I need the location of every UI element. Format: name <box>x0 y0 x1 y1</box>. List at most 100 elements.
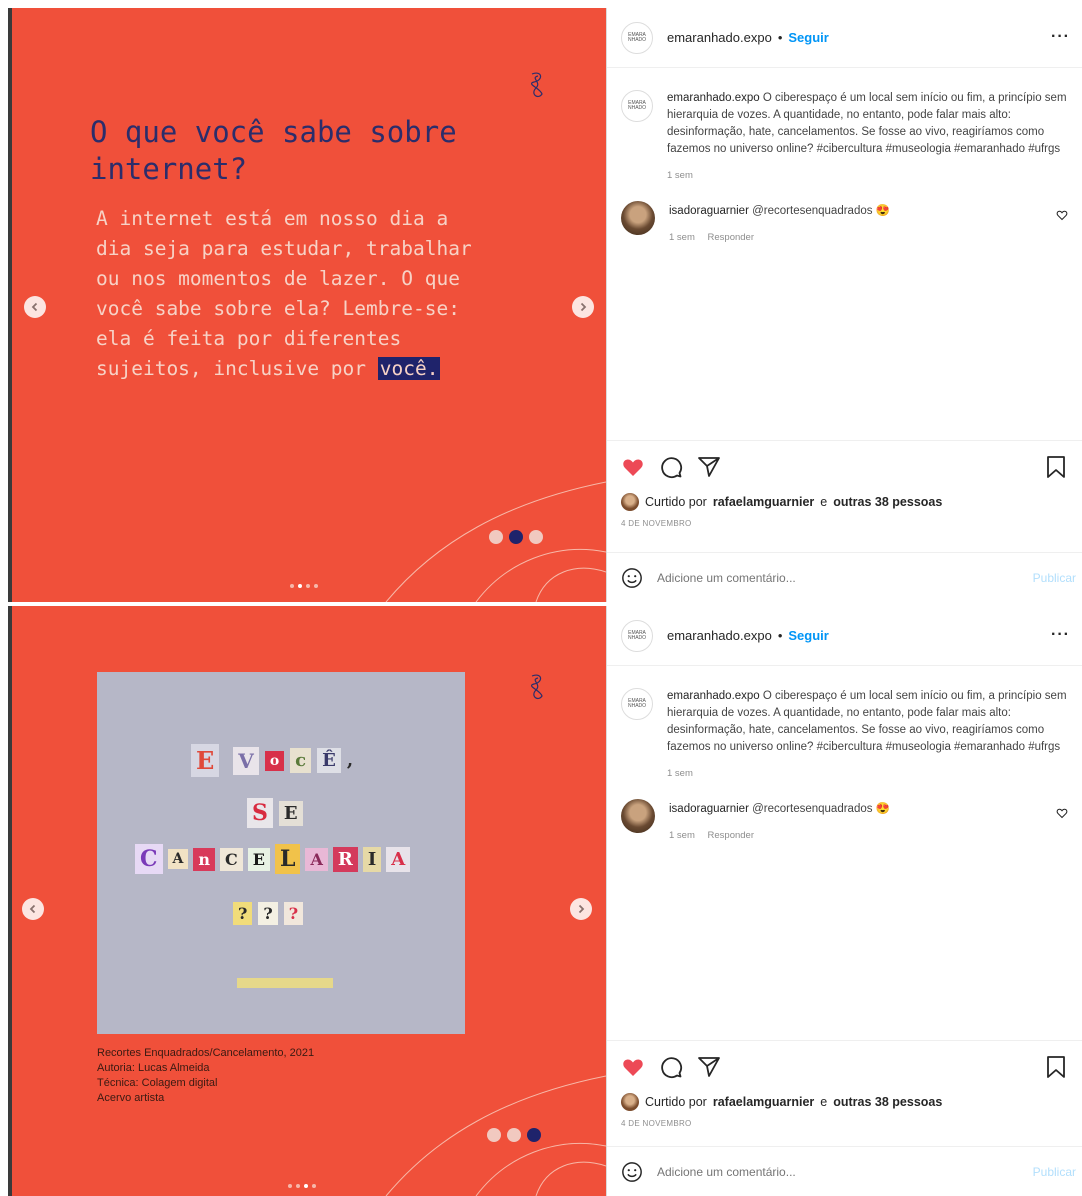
art-letter: n <box>193 847 216 871</box>
caption-username[interactable]: emaranhado.expo <box>667 690 760 702</box>
avatar[interactable] <box>621 799 655 833</box>
avatar[interactable] <box>621 201 655 235</box>
slide-dot <box>489 530 503 544</box>
art-letter: , <box>346 750 354 771</box>
header-username[interactable]: emaranhado.expo <box>667 30 772 45</box>
more-options-button[interactable]: ··· <box>1051 626 1070 644</box>
art-letter: A <box>167 849 189 869</box>
carousel-dot[interactable] <box>312 1184 316 1188</box>
scribble-logo-icon <box>530 674 543 700</box>
comment-icon[interactable] <box>659 455 683 479</box>
previous-slide-button[interactable] <box>22 898 44 920</box>
slide-body-highlight: você. <box>377 357 441 380</box>
bookmark-icon[interactable] <box>1044 455 1068 479</box>
next-slide-button[interactable] <box>570 898 592 920</box>
chevron-left-icon <box>29 904 36 914</box>
comment-body: @recortesenquadrados 😍 <box>752 803 890 815</box>
carousel-dot-active[interactable] <box>298 584 302 588</box>
caption-time[interactable]: 1 sem <box>667 768 693 779</box>
likes-others[interactable]: outras 38 pessoas <box>833 1095 942 1109</box>
heart-icon[interactable] <box>621 1055 645 1079</box>
slide-indicator <box>487 1128 541 1142</box>
heart-icon[interactable] <box>621 455 645 479</box>
post-media: E V o c Ê , S E C A n C E L A R I A ? ? … <box>8 606 606 1196</box>
likes-user[interactable]: rafaelamguarnier <box>713 495 814 509</box>
caption-time[interactable]: 1 sem <box>667 170 693 181</box>
collage-artwork: E V o c Ê , S E C A n C E L A R I A ? ? … <box>97 672 465 1034</box>
comment: isadoraguarnier @recortesenquadrados 😍 1… <box>621 201 1068 243</box>
carousel-dot[interactable] <box>288 1184 292 1188</box>
art-letter: R <box>332 846 358 872</box>
comments-area: EMARA NHADO emaranhado.expo O ciberespaç… <box>607 70 1082 243</box>
more-options-button[interactable]: ··· <box>1051 28 1070 46</box>
post-date[interactable]: 4 DE NOVEMBRO <box>621 519 1068 528</box>
slide-dot-active <box>527 1128 541 1142</box>
carousel-dot[interactable] <box>306 584 310 588</box>
chevron-right-icon <box>578 904 585 914</box>
comment-username[interactable]: isadoraguarnier <box>669 803 749 815</box>
art-letter: E <box>247 847 270 871</box>
slide-dot <box>529 530 543 544</box>
bookmark-icon[interactable] <box>1044 1055 1068 1079</box>
instagram-post-1: O que você sabe sobre internet? A intern… <box>0 8 1082 602</box>
follow-button[interactable]: Seguir <box>788 30 828 45</box>
comment-icon[interactable] <box>659 1055 683 1079</box>
share-icon[interactable] <box>697 455 721 479</box>
publish-button[interactable]: Publicar <box>1033 1165 1076 1179</box>
comment: isadoraguarnier @recortesenquadrados 😍 1… <box>621 799 1068 841</box>
avatar[interactable]: EMARA NHADO <box>621 21 653 54</box>
art-letter: ? <box>258 902 278 925</box>
action-icons <box>621 1053 1068 1081</box>
comment-like-heart-icon[interactable] <box>1056 807 1068 819</box>
avatar[interactable]: EMARA NHADO <box>621 90 653 122</box>
chevron-left-icon <box>31 302 38 312</box>
reply-button[interactable]: Responder <box>708 232 754 243</box>
carousel-dot[interactable] <box>314 584 318 588</box>
caption-meta: 1 sem <box>667 170 1067 181</box>
art-letter: Ê <box>317 748 341 773</box>
action-icons <box>621 453 1068 481</box>
publish-button[interactable]: Publicar <box>1033 571 1076 585</box>
header-username[interactable]: emaranhado.expo <box>667 628 772 643</box>
art-letter: E <box>278 800 303 826</box>
liker-avatar[interactable] <box>621 493 639 511</box>
comment-input[interactable] <box>657 1164 997 1179</box>
carousel-dots <box>288 1184 316 1188</box>
avatar[interactable]: EMARA NHADO <box>621 688 653 720</box>
actions-bar: Curtido por rafaelamguarnier e outras 38… <box>607 1040 1082 1128</box>
likes-user[interactable]: rafaelamguarnier <box>713 1095 814 1109</box>
likes-middle: e <box>820 1095 828 1109</box>
follow-button[interactable]: Seguir <box>788 628 828 643</box>
carousel-dot-active[interactable] <box>304 1184 308 1188</box>
comment-time[interactable]: 1 sem <box>669 830 695 841</box>
carousel-dot[interactable] <box>290 584 294 588</box>
avatar[interactable]: EMARA NHADO <box>621 619 653 652</box>
comment-like-heart-icon[interactable] <box>1056 209 1068 221</box>
art-letter: ? <box>233 902 253 925</box>
next-slide-button[interactable] <box>572 296 594 318</box>
comment-username[interactable]: isadoraguarnier <box>669 205 749 217</box>
reply-button[interactable]: Responder <box>708 830 754 841</box>
comments-area: EMARA NHADO emaranhado.expo O ciberespaç… <box>607 668 1082 841</box>
art-letter: C <box>220 847 243 871</box>
scribble-logo-icon <box>530 72 543 98</box>
media-edge <box>8 8 12 602</box>
post-date[interactable]: 4 DE NOVEMBRO <box>621 1119 1068 1128</box>
emoji-icon[interactable] <box>621 567 643 589</box>
comment-input[interactable] <box>657 570 997 585</box>
header-separator: • <box>777 30 783 45</box>
liker-avatar[interactable] <box>621 1093 639 1111</box>
carousel-dot[interactable] <box>296 1184 300 1188</box>
likes-others[interactable]: outras 38 pessoas <box>833 495 942 509</box>
comment-time[interactable]: 1 sem <box>669 232 695 243</box>
caption-username[interactable]: emaranhado.expo <box>667 92 760 104</box>
emoji-icon[interactable] <box>621 1161 643 1183</box>
share-icon[interactable] <box>697 1055 721 1079</box>
previous-slide-button[interactable] <box>24 296 46 318</box>
add-comment-bar: Publicar <box>607 1146 1082 1196</box>
art-letter: A <box>386 846 411 872</box>
likes-prefix: Curtido por <box>645 495 707 509</box>
comment-text: isadoraguarnier @recortesenquadrados 😍 <box>669 203 1069 220</box>
art-letter: C <box>135 844 163 874</box>
slide-dot <box>487 1128 501 1142</box>
